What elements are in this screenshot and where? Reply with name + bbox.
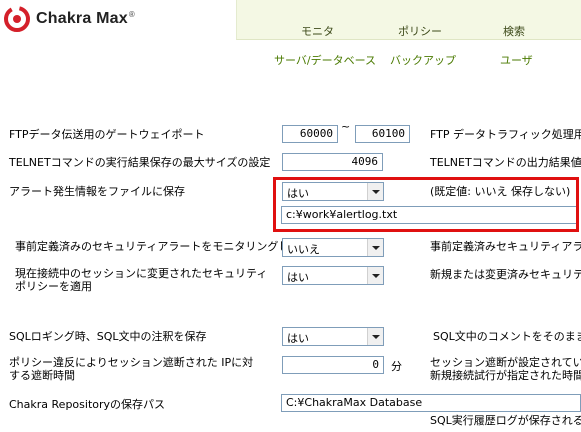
- ftp-port-label: FTPデータ伝送用のゲートウェイポート: [9, 128, 205, 141]
- security-alert-select-value: いいえ: [287, 243, 320, 256]
- subtab-user[interactable]: ユーザ: [500, 52, 533, 68]
- session-block-description-line2: 新規接続試行が指定された時間: [430, 369, 581, 382]
- telnet-size-label: TELNETコマンドの実行結果保存の最大サイズの設定: [9, 156, 271, 169]
- minutes-unit-label: 分: [391, 360, 402, 373]
- logo-text: Chakra Max®: [36, 10, 135, 27]
- sql-logging-select[interactable]: はい: [282, 327, 384, 346]
- app-logo: Chakra Max®: [0, 0, 230, 40]
- repository-path-description: SQL実行履歴ログが保存される: [430, 414, 581, 427]
- sql-logging-description: SQL文中のコメントをそのままCh: [433, 330, 581, 343]
- tab-monitor[interactable]: モニタ: [301, 23, 334, 39]
- tab-policy[interactable]: ポリシー: [398, 23, 442, 39]
- chevron-down-icon[interactable]: [367, 328, 383, 345]
- session-policy-select[interactable]: はい: [282, 266, 384, 285]
- telnet-size-description: TELNETコマンドの出力結果値(: [430, 156, 581, 169]
- session-policy-description: 新規または変更済みセキュリティ: [430, 268, 581, 281]
- session-policy-label: 現在接続中のセッションに変更されたセキュリティポリシーを適用: [15, 267, 268, 293]
- security-alert-select[interactable]: いいえ: [282, 238, 384, 257]
- tab-search[interactable]: 検索: [503, 23, 525, 39]
- telnet-size-input[interactable]: 4096: [282, 153, 383, 171]
- ftp-port-description: FTP データトラフィック処理用とし: [430, 128, 581, 141]
- ftp-port-to-input[interactable]: 60100: [355, 125, 410, 143]
- chevron-down-icon[interactable]: [367, 239, 383, 256]
- subtab-backup[interactable]: バックアップ: [390, 52, 456, 68]
- security-alert-description: 事前定義済みセキュリティアラー: [430, 240, 581, 253]
- subtab-server-database[interactable]: サーバ/データベース: [274, 52, 376, 68]
- top-nav: モニタ ポリシー 検索: [236, 0, 581, 40]
- session-policy-select-value: はい: [287, 271, 309, 284]
- repository-path-label: Chakra Repositoryの保存パス: [9, 398, 166, 411]
- chevron-down-icon[interactable]: [367, 267, 383, 284]
- security-alert-label: 事前定義済みのセキュリティアラートをモニタリングしない: [15, 240, 312, 253]
- highlight-box: [273, 177, 579, 232]
- session-block-time-input[interactable]: 0: [282, 356, 384, 374]
- sql-logging-select-value: はい: [287, 332, 309, 345]
- chakra-logo-icon: [4, 6, 30, 32]
- session-block-label: ポリシー違反によりセッション遮断された IPに対する遮断時間: [9, 356, 254, 382]
- session-block-description-line1: セッション遮断が設定されている: [430, 356, 581, 369]
- alert-file-label: アラート発生情報をファイルに保存: [9, 185, 185, 198]
- sql-logging-label: SQLロギング時、SQL文中の注釈を保存: [9, 330, 207, 343]
- ftp-port-range-separator: ~: [341, 120, 351, 133]
- ftp-port-from-input[interactable]: 60000: [282, 125, 338, 143]
- repository-path-input[interactable]: C:¥ChakraMax Database: [281, 394, 581, 412]
